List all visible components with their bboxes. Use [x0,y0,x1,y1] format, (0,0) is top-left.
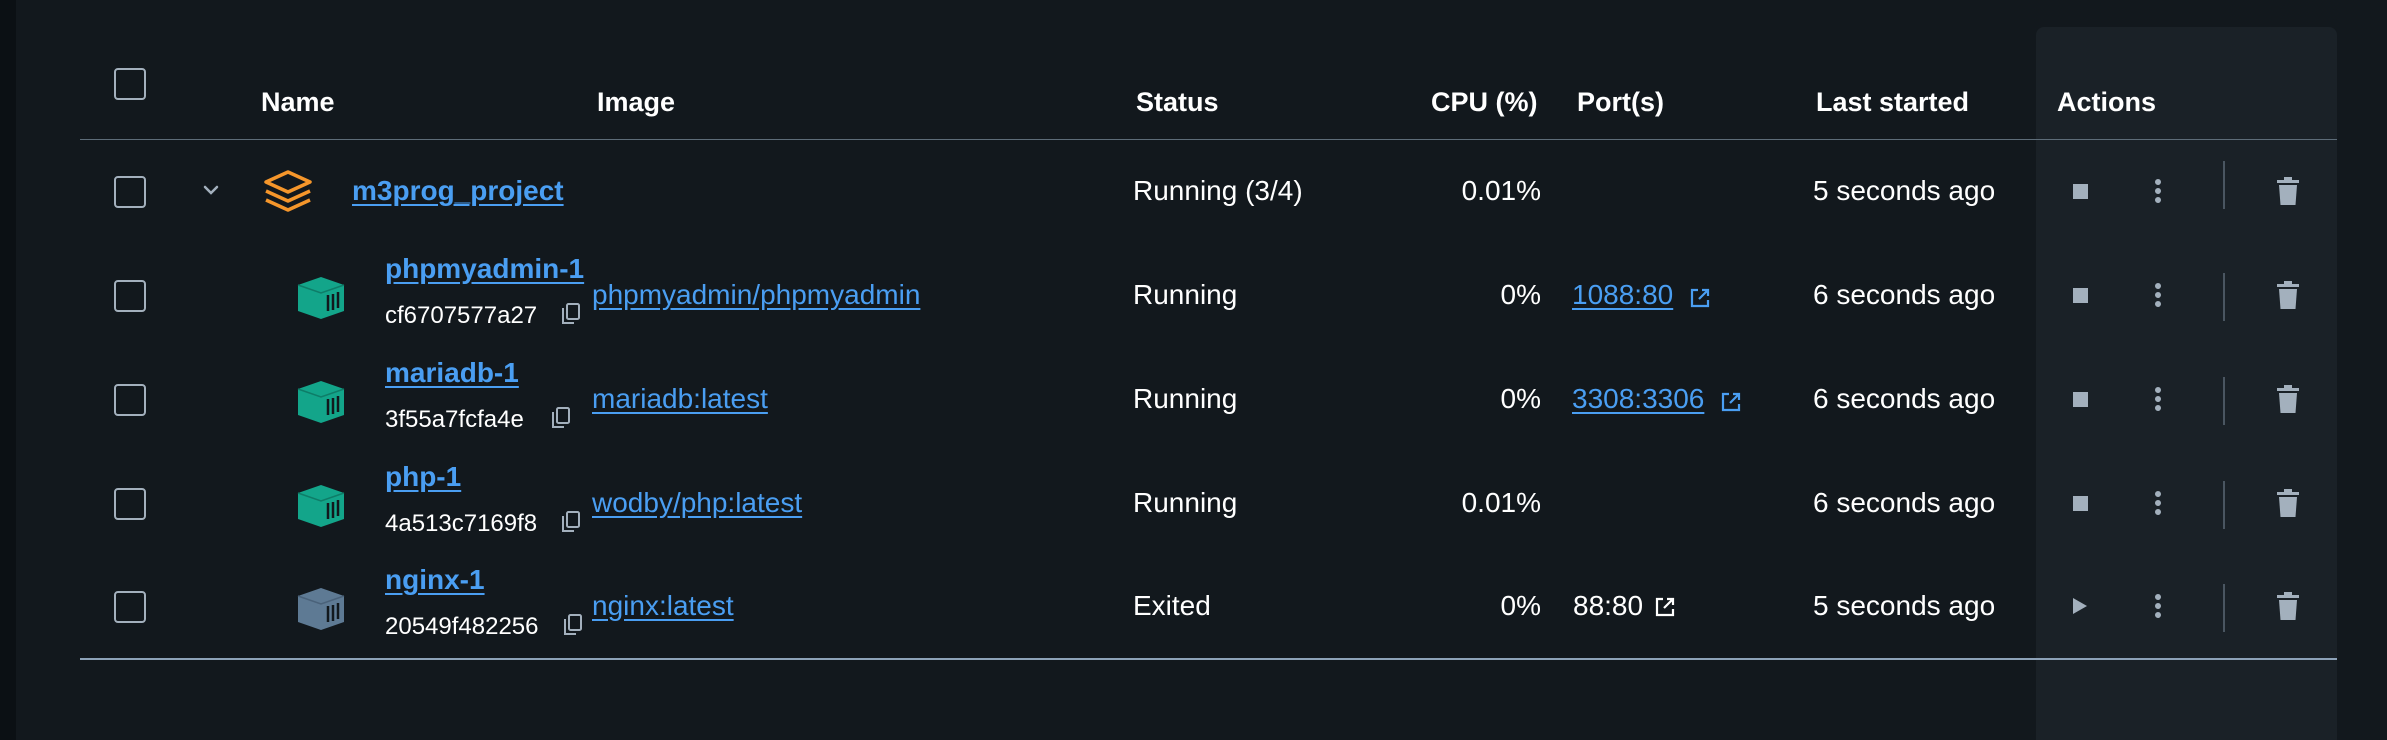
project-cpu: 0.01% [1461,175,1541,206]
stop-icon [2072,391,2088,407]
action-separator [2223,584,2225,632]
container-cpu: 0.01% [1461,487,1541,518]
project-name-link[interactable]: m3prog_project [352,175,564,207]
container-icon [296,483,346,534]
image-link[interactable]: nginx:latest [592,590,734,622]
copy-icon[interactable] [562,303,580,330]
stop-button[interactable] [2060,483,2100,523]
start-button[interactable] [2060,586,2100,626]
container-icon [296,379,346,430]
stop-icon [2072,495,2088,511]
container-status: Running [1133,487,1238,518]
container-last-started: 6 seconds ago [1813,487,1996,518]
port-text: 88:80 [1573,590,1644,621]
stop-icon [2072,287,2088,303]
header-divider [80,139,2337,140]
external-link-icon[interactable] [1689,287,1711,314]
container-cpu: 0% [1500,279,1541,310]
container-row[interactable]: phpmyadmin-1 cf6707577a27 phpmyadmin/php… [0,245,2387,349]
container-icon [296,275,346,326]
container-name-link[interactable]: php-1 [385,461,461,493]
more-options-button[interactable] [2138,483,2178,523]
container-id: 3f55a7fcfa4e [385,406,524,433]
row-checkbox[interactable] [114,280,146,312]
delete-button[interactable] [2268,483,2308,523]
more-options-button[interactable] [2138,586,2178,626]
container-row[interactable]: mariadb-1 3f55a7fcfa4e mariadb:latest Ru… [0,349,2387,453]
column-header-last-started[interactable]: Last started [1816,84,1969,120]
container-name-link[interactable]: nginx-1 [385,564,485,596]
container-last-started: 6 seconds ago [1813,383,1996,414]
trash-icon [2277,385,2299,413]
copy-icon[interactable] [552,407,570,434]
more-options-button[interactable] [2138,275,2178,315]
project-status: Running (3/4) [1133,175,1303,206]
column-header-image[interactable]: Image [597,84,675,120]
stop-icon [2072,183,2088,199]
row-checkbox[interactable] [114,488,146,520]
trash-icon [2277,177,2299,205]
action-separator [2223,273,2225,321]
more-vertical-icon [2155,283,2161,307]
container-status: Running [1133,383,1238,414]
external-link-icon[interactable] [1720,391,1742,418]
select-all-checkbox[interactable] [114,68,146,100]
container-last-started: 5 seconds ago [1813,590,1996,621]
project-last-started: 5 seconds ago [1813,175,1996,206]
container-cpu: 0% [1500,383,1541,414]
more-vertical-icon [2155,594,2161,618]
stop-button[interactable] [2060,379,2100,419]
trash-icon [2277,489,2299,517]
port-link[interactable]: 1088:80 [1572,279,1673,311]
row-checkbox[interactable] [114,176,146,208]
action-separator [2223,481,2225,529]
image-link[interactable]: phpmyadmin/phpmyadmin [592,279,920,311]
container-row[interactable]: nginx-1 20549f482256 nginx:latest Exited… [0,556,2387,660]
delete-button[interactable] [2268,171,2308,211]
delete-button[interactable] [2268,586,2308,626]
delete-button[interactable] [2268,379,2308,419]
port-link[interactable]: 3308:3306 [1572,383,1704,415]
external-link-icon[interactable] [1654,596,1676,623]
stop-button[interactable] [2060,275,2100,315]
more-options-button[interactable] [2138,379,2178,419]
more-options-button[interactable] [2138,171,2178,211]
table-bottom-divider [80,658,2337,660]
row-checkbox[interactable] [114,384,146,416]
copy-icon[interactable] [562,511,580,538]
container-name-link[interactable]: mariadb-1 [385,357,519,389]
trash-icon [2277,592,2299,620]
project-row[interactable]: m3prog_project Running (3/4) 0.01% 5 sec… [0,141,2387,245]
image-link[interactable]: mariadb:latest [592,383,768,415]
container-id: 20549f482256 [385,613,539,640]
stop-button[interactable] [2060,171,2100,211]
container-cpu: 0% [1500,590,1541,621]
container-name-link[interactable]: phpmyadmin-1 [385,253,584,285]
container-id: cf6707577a27 [385,302,538,329]
container-status: Exited [1133,590,1211,621]
column-header-actions: Actions [2057,87,2157,117]
container-last-started: 6 seconds ago [1813,279,1996,310]
container-status: Running [1133,279,1238,310]
column-header-name[interactable]: Name [261,84,335,120]
column-header-ports[interactable]: Port(s) [1577,84,1664,120]
stack-icon [262,168,314,221]
row-checkbox[interactable] [114,591,146,623]
more-vertical-icon [2155,491,2161,515]
copy-icon[interactable] [564,614,582,641]
column-header-cpu[interactable]: CPU (%) [1431,84,1538,120]
action-separator [2223,161,2225,209]
column-header-status[interactable]: Status [1136,84,1219,120]
more-vertical-icon [2155,387,2161,411]
more-vertical-icon [2155,179,2161,203]
action-separator [2223,377,2225,425]
container-icon [296,586,346,637]
container-row[interactable]: php-1 4a513c7169f8 wodby/php:latest Runn… [0,453,2387,557]
trash-icon [2277,281,2299,309]
image-link[interactable]: wodby/php:latest [592,487,802,519]
container-id: 4a513c7169f8 [385,510,538,537]
delete-button[interactable] [2268,275,2308,315]
play-icon [2073,598,2087,614]
chevron-down-icon[interactable] [200,179,222,206]
